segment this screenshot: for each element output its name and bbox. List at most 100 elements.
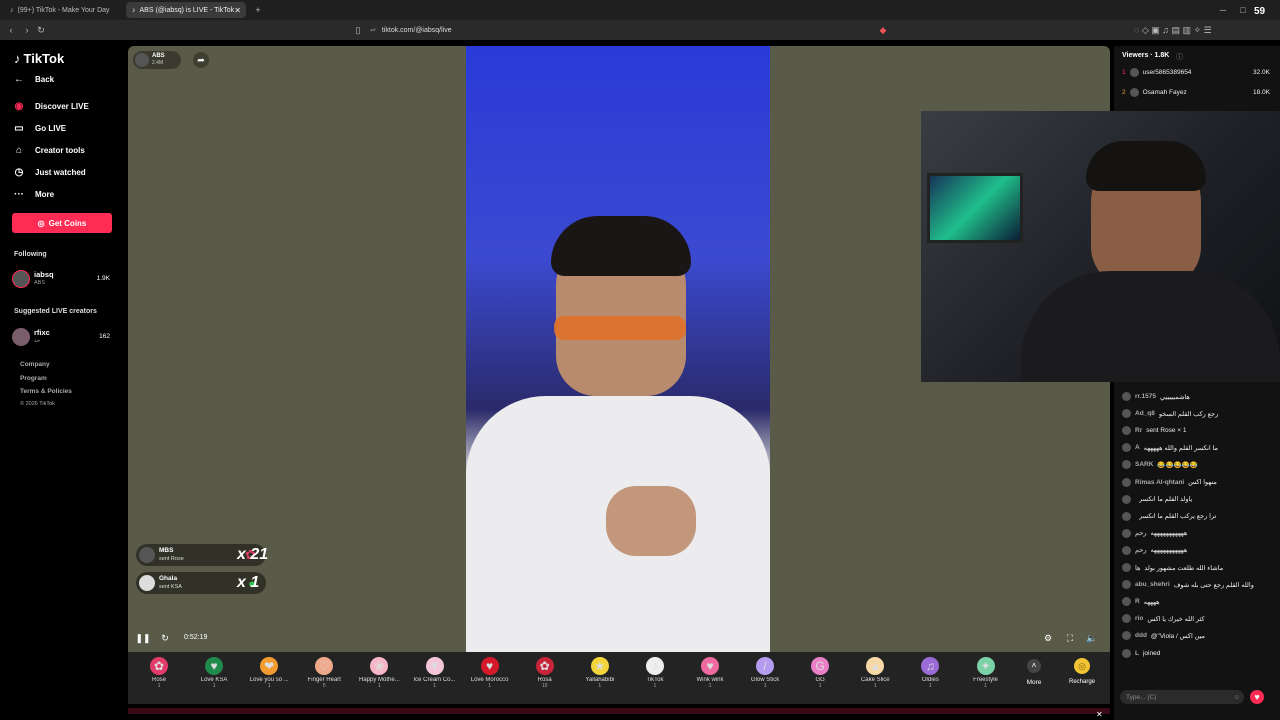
forward-arrow-icon[interactable]: › xyxy=(20,23,34,37)
browser-tab[interactable]: ♪ (99+) TikTok - Make Your Day xyxy=(4,2,122,18)
viewer-row[interactable]: 1 user5865389654 32.0K xyxy=(1122,68,1270,77)
chat-message[interactable]: ddd @"Viola / مين اكس xyxy=(1122,631,1272,641)
following-item[interactable]: iabsq ABS 1.9K xyxy=(12,269,112,289)
gift-price: 5 xyxy=(322,683,326,689)
gift-item[interactable]: ♥ Love KSA 1 xyxy=(186,655,242,689)
host-badge[interactable]: ABS 2.4M xyxy=(133,51,181,69)
gift-item[interactable]: ♥ Wink wink 1 xyxy=(682,655,738,689)
get-coins-button[interactable]: ◎ Get Coins xyxy=(12,213,112,233)
info-icon[interactable]: ⓘ xyxy=(1176,52,1183,62)
suggested-item[interactable]: rfixc حذ 162 xyxy=(12,327,112,347)
gift-item[interactable]: ♡ Finger Heart 5 xyxy=(296,655,352,689)
brave-shield-icon[interactable]: ◆ xyxy=(876,23,890,37)
gift-item[interactable]: ♥ Love Morocco 1 xyxy=(462,655,518,689)
share-icon[interactable]: ➦ xyxy=(193,52,209,68)
settings-icon[interactable]: ⚙ xyxy=(1042,632,1054,644)
chat-message[interactable]: رحم هههههههههههه xyxy=(1122,528,1272,538)
chat-message[interactable]: ترا رجع يركب القلم ما انكسر xyxy=(1122,511,1272,521)
live-video[interactable] xyxy=(466,46,770,652)
gift-item[interactable]: G GG 1 xyxy=(792,655,848,689)
chat-message[interactable]: abu_shehri والله القلم رجع حتى بله شوف xyxy=(1122,580,1272,590)
gift-item[interactable]: ▼ Ice Cream Co... 1 xyxy=(407,655,463,689)
back-button[interactable]: ← Back xyxy=(12,74,54,85)
footer-link-program[interactable]: Program xyxy=(20,375,47,382)
gift-item[interactable]: ❤ Love you so ... 1 xyxy=(241,655,297,689)
chat-input[interactable]: Type... (C) ☺ xyxy=(1120,690,1244,704)
chat-username[interactable]: ها xyxy=(1135,564,1140,572)
footer-link-terms[interactable]: Terms & Policies xyxy=(20,388,72,395)
chat-username[interactable]: L xyxy=(1135,650,1139,657)
gift-item[interactable]: ✦ Freestyle 1 xyxy=(958,655,1014,689)
chat-username[interactable]: Rimas Al-qhtani xyxy=(1135,479,1184,486)
avatar xyxy=(12,328,30,346)
site-info-icon[interactable]: ⇌ xyxy=(370,26,376,34)
chat-username[interactable]: ddd xyxy=(1135,632,1147,639)
chat-username[interactable]: Ad_q8 xyxy=(1135,410,1155,417)
nav-more[interactable]: ··· More xyxy=(12,189,54,200)
avatar xyxy=(1122,409,1131,419)
chat-username[interactable]: رحم xyxy=(1135,529,1146,537)
chat-username[interactable]: rr.1575 xyxy=(1135,393,1156,400)
browser-tab-active[interactable]: ♪ ABS (@iabsq) is LIVE - TikTok ✕ xyxy=(126,2,246,18)
chat-message[interactable]: رحم هههههههههههه xyxy=(1122,545,1272,555)
tiktok-logo[interactable]: ♪ TikTok xyxy=(14,51,64,66)
chat-text: sent Rose × 1 xyxy=(1146,427,1187,435)
minimize-icon[interactable]: ─ xyxy=(1216,3,1230,17)
chat-username[interactable]: Rr xyxy=(1135,427,1142,434)
nav-just-watched[interactable]: ◷ Just watched xyxy=(12,167,86,178)
volume-icon[interactable]: 🔈 xyxy=(1086,632,1098,644)
new-tab-icon[interactable]: + xyxy=(252,3,264,17)
gift-item[interactable]: ▲ Cake Slice 1 xyxy=(847,655,903,689)
viewer-row[interactable]: 2 Osamah Fayez 18.0K xyxy=(1122,88,1270,97)
chat-text: رجع ركب القلم السخو xyxy=(1158,410,1219,418)
live-icon: ◉ xyxy=(14,101,24,112)
chat-message[interactable]: rr.1575 هاشميييييي xyxy=(1122,392,1272,401)
chat-message[interactable]: Rr sent Rose × 1 xyxy=(1122,426,1272,436)
chat-message[interactable]: R ههههه xyxy=(1122,597,1272,607)
chat-message[interactable]: ياولد القلم ما انكسر xyxy=(1122,494,1272,504)
url-field[interactable]: ⇌ tiktok.com/@iabsq/live xyxy=(370,23,452,37)
recharge-button[interactable]: ◎ Recharge xyxy=(1062,656,1102,685)
gift-item[interactable]: ★ Yallahabibi 1 xyxy=(572,655,628,689)
chat-username[interactable]: rio xyxy=(1135,615,1143,622)
clock-icon: ◷ xyxy=(14,167,24,178)
refresh-icon[interactable]: ↻ xyxy=(159,632,171,644)
chat-message[interactable]: Ad_q8 رجع ركب القلم السخو xyxy=(1122,409,1272,419)
maximize-icon[interactable]: □ xyxy=(1236,3,1250,17)
like-heart-icon[interactable]: ♥ xyxy=(1250,690,1264,704)
chat-message[interactable]: ها ماشاء الله طلعت مشهور بولد xyxy=(1122,563,1272,572)
fullscreen-icon[interactable]: ⛶ xyxy=(1064,632,1076,644)
following-name: iabsq xyxy=(34,270,54,279)
bookmark-icon[interactable]: ▯ xyxy=(352,23,364,37)
browser-extensions[interactable]: ◌ ◇ ▣ ♫ ▤ ▥ ✧ ☰ xyxy=(1134,23,1274,37)
chat-username[interactable]: SARK xyxy=(1135,461,1153,468)
emoji-icon[interactable]: ☺ xyxy=(1233,694,1240,701)
gift-item[interactable]: / Glow Stick 1 xyxy=(737,655,793,689)
chat-username[interactable]: رحم xyxy=(1135,546,1146,554)
nav-creator-tools[interactable]: ⌂ Creator tools xyxy=(12,145,85,156)
gift-item[interactable]: ♪ TikTok 1 xyxy=(627,655,683,689)
close-icon[interactable]: ✕ xyxy=(234,6,241,15)
chevron-up-icon: ˄ xyxy=(1027,659,1041,673)
gift-item[interactable]: ✿ Rosa 10 xyxy=(517,655,573,689)
chat-username[interactable]: abu_shehri xyxy=(1135,581,1170,588)
chat-message[interactable]: Ljoined xyxy=(1122,648,1272,658)
nav-go-live[interactable]: ▭ Go LIVE xyxy=(12,123,66,134)
chat-username[interactable]: A xyxy=(1135,444,1140,451)
gift-item[interactable]: ♫ Oldies 1 xyxy=(902,655,958,689)
chat-username[interactable]: R xyxy=(1135,598,1140,605)
chat-message[interactable]: rio كثر الله خيرك يا اكس xyxy=(1122,614,1272,624)
gift-item[interactable]: ❀ Happy Mothe... 1 xyxy=(351,655,407,689)
chat-message[interactable]: SARK 😂😂😂😂😂 xyxy=(1122,460,1272,470)
back-arrow-icon[interactable]: ‹ xyxy=(4,23,18,37)
address-bar xyxy=(0,20,1280,40)
chat-message[interactable]: A ما انكسر القلم والله هههههه xyxy=(1122,443,1272,453)
close-icon[interactable]: ✕ xyxy=(1096,710,1103,719)
pause-icon[interactable]: ❚❚ xyxy=(135,632,150,644)
footer-link-company[interactable]: Company xyxy=(20,361,50,368)
nav-discover-live[interactable]: ◉ Discover LIVE xyxy=(12,101,89,112)
more-gifts-button[interactable]: ˄ More xyxy=(1012,656,1056,686)
gift-item[interactable]: ✿ Rose 1 xyxy=(131,655,187,689)
chat-message[interactable]: Rimas Al-qhtani منهوا اكس xyxy=(1122,477,1272,487)
reload-icon[interactable]: ↻ xyxy=(34,23,48,37)
